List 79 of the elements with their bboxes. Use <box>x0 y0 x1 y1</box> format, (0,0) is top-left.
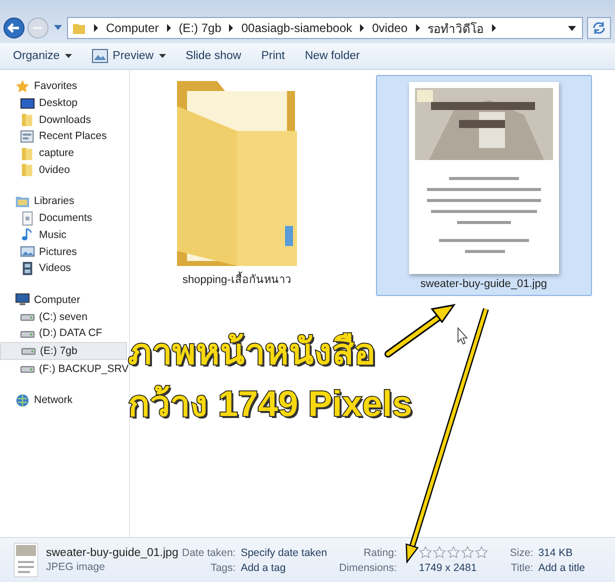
monitor-icon <box>15 292 30 308</box>
chevron-icon[interactable] <box>414 24 420 32</box>
chevron-icon[interactable] <box>490 24 496 32</box>
chevron-icon[interactable] <box>228 24 234 32</box>
address-bar[interactable]: Computer (E:) 7gb 00asiagb-siamebook 0video รอทำวิดีโอ <box>67 17 583 39</box>
nav-item[interactable]: (E:) 7gb <box>0 342 127 360</box>
property-value[interactable]: Specify date taken <box>240 546 328 558</box>
file-tile[interactable]: shopping-เสื้อกันหนาว <box>158 75 316 295</box>
star-icon <box>15 78 30 94</box>
toolbar-button[interactable]: Preview <box>84 47 173 65</box>
chevron-icon[interactable] <box>166 24 172 32</box>
breadcrumb-item[interactable]: รอทำวิดีโอ <box>428 18 484 38</box>
breadcrumb-item[interactable]: (E:) 7gb <box>178 21 222 35</box>
property-label: Tags: <box>210 562 236 574</box>
property-value[interactable]: 1749 x 2481 <box>418 562 488 574</box>
nav-item[interactable]: (C:) seven <box>0 308 129 325</box>
file-name: shopping-เสื้อกันหนาว <box>182 270 291 288</box>
caret-icon <box>158 54 166 58</box>
document-icon <box>20 210 35 226</box>
nav-item[interactable]: Desktop <box>0 94 129 112</box>
nav-item[interactable]: Videos <box>0 260 129 277</box>
folder-icon <box>20 146 35 161</box>
property-value[interactable]: Add a tag <box>240 562 328 574</box>
annotation-text: ภาพหน้าหนังสือ <box>128 332 376 372</box>
globe-icon <box>15 392 30 408</box>
toolbar-button[interactable]: Slide show <box>178 48 248 64</box>
toolbar-button[interactable]: Organize <box>6 48 79 64</box>
caret-icon <box>64 54 72 58</box>
star-icon[interactable] <box>446 546 460 559</box>
file-type: JPEG image <box>46 561 106 573</box>
nav-item[interactable]: Documents <box>0 210 129 226</box>
picture-icon <box>92 49 108 63</box>
nav-item[interactable]: Computer <box>0 292 129 308</box>
star-icon[interactable] <box>474 546 488 559</box>
window-icon <box>20 128 35 144</box>
property-label: Date taken: <box>182 546 236 558</box>
back-button[interactable] <box>3 17 25 39</box>
property-label: Rating: <box>362 546 397 558</box>
folder-icon <box>20 112 35 128</box>
nav-item[interactable]: Favorites <box>0 78 129 95</box>
mouse-cursor-icon <box>458 326 468 345</box>
toolbar-button[interactable]: New folder <box>298 48 367 64</box>
chevron-icon[interactable] <box>93 24 99 32</box>
file-tile[interactable]: sweater-buy-guide_01.jpg <box>376 75 592 296</box>
nav-item[interactable]: (D:) DATA CF <box>0 324 129 342</box>
refresh-button[interactable] <box>587 17 611 39</box>
star-icon[interactable] <box>432 546 446 559</box>
nav-item[interactable]: 0video <box>0 161 129 178</box>
film-icon <box>20 260 35 276</box>
star-icon[interactable] <box>418 546 432 559</box>
nav-item[interactable]: Pictures <box>0 243 129 260</box>
breadcrumb-item[interactable]: 0video <box>372 21 408 35</box>
nav-item[interactable]: capture <box>0 144 129 162</box>
nav-item[interactable]: (F:) BACKUP_SRV <box>0 360 129 377</box>
chevron-icon[interactable] <box>359 24 366 32</box>
folder-icon <box>72 21 86 35</box>
property-label: Title: <box>510 562 534 574</box>
music-note-icon <box>20 227 35 242</box>
file-name: sweater-buy-guide_01.jpg <box>420 278 547 290</box>
property-value[interactable]: Add a title <box>538 562 585 574</box>
monitor-icon <box>20 96 35 111</box>
nav-item[interactable]: Recent Places <box>0 128 129 145</box>
nav-item[interactable]: Music <box>0 226 129 244</box>
property-label: Dimensions: <box>339 562 397 574</box>
picture-icon <box>20 244 35 260</box>
nav-item[interactable]: Libraries <box>0 193 129 210</box>
nav-item[interactable]: Network <box>0 392 129 409</box>
caret-icon[interactable] <box>568 26 576 30</box>
nav-item[interactable]: Downloads <box>0 111 129 128</box>
breadcrumb-item[interactable]: Computer <box>106 21 159 35</box>
annotation-text: กว้าง 1749 Pixels <box>128 384 412 424</box>
breadcrumb-item[interactable]: 00asiagb-siamebook <box>241 21 352 35</box>
toolbar-button[interactable]: Print <box>254 48 292 64</box>
star-icon[interactable] <box>460 546 474 559</box>
property-value[interactable]: 314 KB <box>538 546 585 558</box>
folder-icon <box>20 162 35 178</box>
refresh-icon <box>592 21 606 35</box>
rating-stars[interactable] <box>418 546 488 559</box>
property-label: Size: <box>510 546 534 558</box>
